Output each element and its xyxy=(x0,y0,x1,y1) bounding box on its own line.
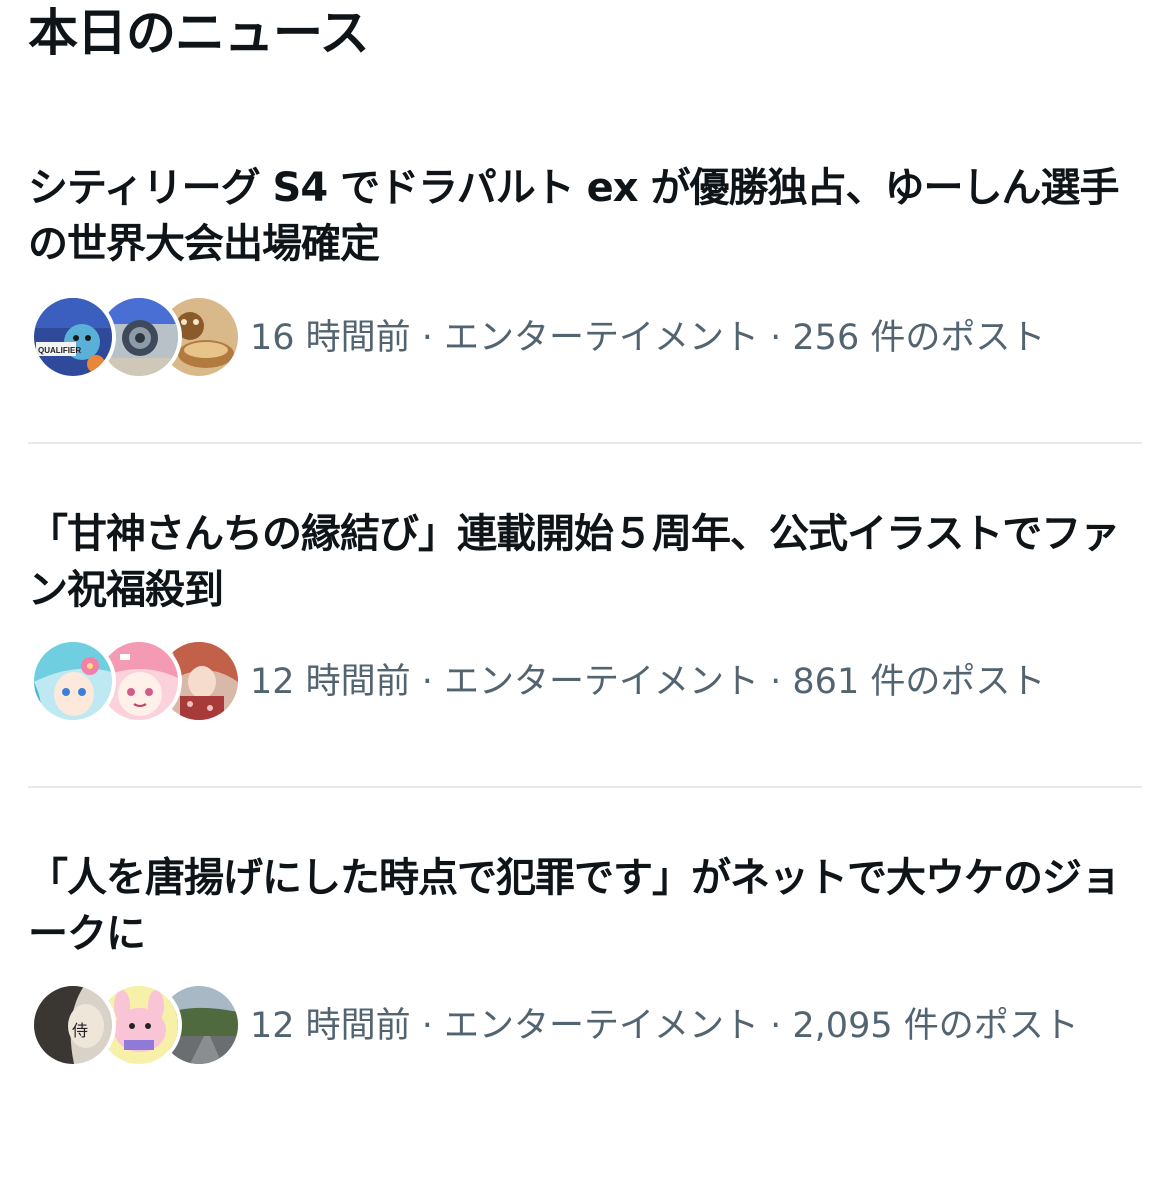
avatar xyxy=(30,638,116,724)
avatar-group xyxy=(30,638,242,724)
avatar: 侍 xyxy=(30,982,116,1068)
news-headline[interactable]: 「甘神さんちの縁結び」連載開始５周年、公式イラストでファン祝福殺到 xyxy=(28,506,1143,618)
svg-text:QUALIFIER: QUALIFIER xyxy=(38,346,81,355)
news-meta: 16 時間前 · エンターテイメント · 256 件のポスト xyxy=(250,318,1046,358)
news-item[interactable]: シティリーグ S4 でドラパルト ex が優勝独占、ゆーしん選手の世界大会出場確… xyxy=(0,0,1170,440)
avatar-group: 侍 xyxy=(30,982,242,1068)
news-item[interactable]: 「人を唐揚げにした時点で犯罪です」がネットで大ウケのジョークに 侍 12 時間前… xyxy=(0,788,1170,1088)
news-headline[interactable]: シティリーグ S4 でドラパルト ex が優勝独占、ゆーしん選手の世界大会出場確… xyxy=(28,160,1143,272)
news-item[interactable]: 「甘神さんちの縁結び」連載開始５周年、公式イラストでファン祝福殺到 12 時間前… xyxy=(0,444,1170,784)
news-meta: 12 時間前 · エンターテイメント · 861 件のポスト xyxy=(250,662,1046,702)
news-meta: 12 時間前 · エンターテイメント · 2,095 件のポスト xyxy=(250,1006,1079,1046)
avatar-group: QUALIFIER xyxy=(30,294,242,380)
avatar: QUALIFIER xyxy=(30,294,116,380)
svg-text:侍: 侍 xyxy=(72,1021,88,1040)
news-headline[interactable]: 「人を唐揚げにした時点で犯罪です」がネットで大ウケのジョークに xyxy=(28,850,1143,962)
